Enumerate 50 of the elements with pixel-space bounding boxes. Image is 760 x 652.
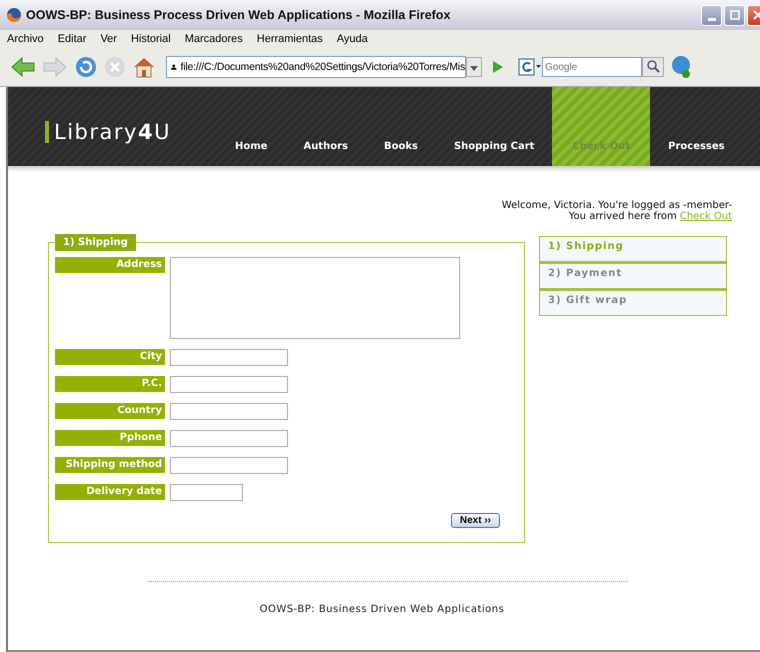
menu-item[interactable]: Historial — [130, 33, 171, 45]
field-label: P.C. — [55, 376, 165, 392]
minimize-icon — [708, 18, 716, 20]
menu-item[interactable]: Marcadores — [184, 33, 243, 45]
home-icon[interactable] — [132, 56, 156, 78]
nav-link[interactable]: Shopping Cart — [436, 87, 552, 166]
field-label: Address — [55, 257, 165, 273]
next-button[interactable]: Next ›› — [450, 513, 500, 528]
window-title: OOWS-BP: Business Process Driven Web Applications - Mozilla Firefox — [26, 8, 450, 22]
field-label: Pphone — [55, 430, 165, 446]
address-field[interactable] — [170, 257, 460, 339]
input-field[interactable] — [170, 457, 288, 474]
welcome-text: Welcome, Victoria. You're logged as -member- — [502, 200, 732, 211]
footer-text: OOWS-BP: Business Driven Web Applications — [260, 604, 504, 615]
maximize-icon — [730, 10, 740, 20]
nav-link[interactable]: Home — [217, 87, 286, 166]
input-field[interactable] — [170, 403, 288, 420]
field-label: Country — [55, 403, 165, 419]
input-field[interactable] — [170, 430, 288, 447]
input-field[interactable] — [170, 376, 288, 393]
search-icon — [646, 58, 660, 72]
close-icon — [752, 10, 760, 20]
caret-icon — [470, 66, 478, 72]
panel-legend: 1) Shipping — [55, 234, 136, 251]
nav-link[interactable]: Books — [366, 87, 436, 166]
back-arrow-icon[interactable] — [10, 56, 36, 78]
origin-text: You arrived here from Check Out — [568, 211, 732, 222]
reload-icon[interactable] — [74, 55, 98, 79]
search-field[interactable]: Google — [542, 57, 642, 77]
input-field[interactable] — [170, 484, 243, 501]
nav-link[interactable]: Authors — [285, 87, 366, 166]
menu-item[interactable]: Editar — [58, 33, 86, 45]
menu-item[interactable]: Archivo — [7, 33, 44, 45]
field-label: Delivery date — [55, 484, 165, 500]
menu-item[interactable]: Ver — [100, 33, 117, 45]
site-logo: Library4U — [45, 121, 197, 143]
menu-item[interactable]: Ayuda — [336, 33, 368, 45]
forward-arrow-icon[interactable] — [42, 56, 68, 78]
firefox-icon — [6, 7, 22, 23]
address-field[interactable]: file:///C:/Documents%20and%20Settings/Victoria%20Torres/Mis — [166, 56, 466, 78]
field-label: Shipping method — [55, 457, 165, 473]
dropdown-button[interactable] — [466, 57, 482, 77]
search-button[interactable] — [642, 57, 664, 77]
menu-item[interactable]: Herramientas — [256, 33, 323, 45]
input-field[interactable] — [170, 349, 288, 366]
nav-link[interactable]: Processes — [650, 87, 743, 166]
maximize-button[interactable] — [724, 4, 745, 26]
field-label: City — [55, 349, 165, 365]
minimize-button[interactable] — [701, 4, 722, 26]
search-engine-icon[interactable] — [518, 58, 542, 76]
